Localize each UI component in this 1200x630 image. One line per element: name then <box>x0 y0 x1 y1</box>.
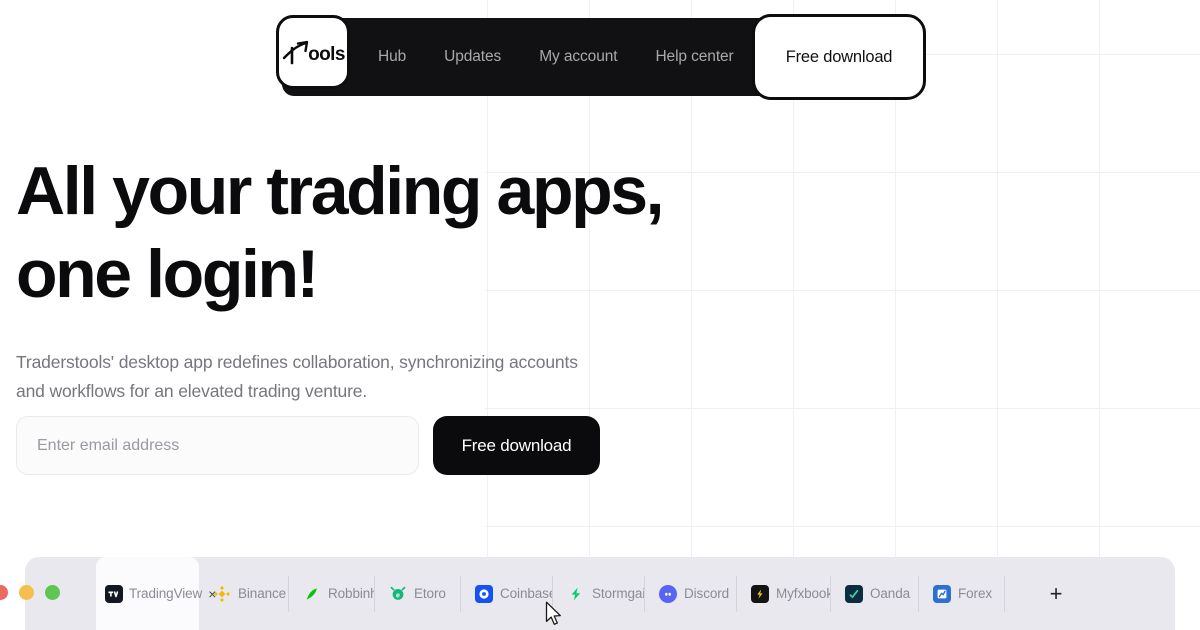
tab-discord[interactable]: Discord <box>645 575 737 612</box>
window-close-button[interactable] <box>0 585 8 600</box>
tab-etoro[interactable]: e Etoro <box>375 575 461 612</box>
svg-text:e: e <box>396 592 400 599</box>
myfxbook-icon <box>751 584 769 603</box>
forex-icon <box>933 584 951 603</box>
page-title-line-2: one login! <box>16 235 319 312</box>
signup-form: Free download <box>16 416 600 475</box>
tab-label: Robbinhood <box>328 586 374 601</box>
oanda-icon <box>845 584 863 603</box>
email-field[interactable] <box>16 416 419 475</box>
nav-item-hub[interactable]: Hub <box>378 48 406 66</box>
tab-myfxbook[interactable]: Myfxbook <box>737 575 831 612</box>
window-traffic-lights <box>0 585 60 600</box>
arrow-up-right-icon <box>281 39 311 65</box>
page-title-line-1: All your trading apps, <box>16 153 665 229</box>
free-download-button[interactable]: Free download <box>433 416 600 475</box>
add-tab-button[interactable]: + <box>1042 580 1070 608</box>
hero-section: All your trading apps, one login! Trader… <box>16 150 665 406</box>
coinbase-icon <box>475 584 493 603</box>
close-icon[interactable]: × <box>208 587 216 601</box>
tab-label: Etoro <box>414 586 446 601</box>
nav-item-help-center[interactable]: Help center <box>655 48 733 66</box>
tradingview-icon <box>105 584 123 603</box>
etoro-icon: e <box>389 585 407 603</box>
robinhood-icon <box>303 585 321 603</box>
tab-forex[interactable]: Forex <box>919 575 1005 612</box>
tab-coinbase[interactable]: Coinbase <box>461 575 553 612</box>
tab-strip: Binance Robbinhood e Etoro Coinba <box>199 557 1005 630</box>
nav-free-download-button[interactable]: Free download <box>752 14 926 100</box>
hero-subtitle: Traderstools' desktop app redefines coll… <box>16 351 578 401</box>
tab-label: Forex <box>958 586 993 601</box>
tab-oanda[interactable]: Oanda <box>831 575 919 612</box>
window-minimize-button[interactable] <box>19 585 34 600</box>
nav-item-my-account[interactable]: My account <box>539 48 617 66</box>
tab-label: Coinbase <box>500 586 553 601</box>
window-zoom-button[interactable] <box>45 585 60 600</box>
tab-label: Myfxbook <box>776 586 831 601</box>
tab-label: Binance <box>238 586 287 601</box>
tab-label: TradingView <box>129 586 203 601</box>
tab-stormgain[interactable]: Stormgain <box>553 575 645 612</box>
tab-robbinhood[interactable]: Robbinhood <box>289 575 375 612</box>
tab-label: Discord <box>684 586 730 601</box>
traderstools-logo[interactable]: ools <box>276 15 350 89</box>
tab-label: Stormgain <box>592 586 645 601</box>
nav-links: Hub Updates My account Help center <box>378 18 734 96</box>
logo-wordmark: ools <box>308 44 345 65</box>
discord-icon <box>659 584 677 603</box>
top-navigation-bar: ools Hub Updates My account Help center … <box>276 14 926 100</box>
tab-label: Oanda <box>870 586 911 601</box>
tab-tradingview-active[interactable]: TradingView × <box>96 557 216 630</box>
nav-item-updates[interactable]: Updates <box>444 48 501 66</box>
stormgain-icon <box>567 585 585 603</box>
